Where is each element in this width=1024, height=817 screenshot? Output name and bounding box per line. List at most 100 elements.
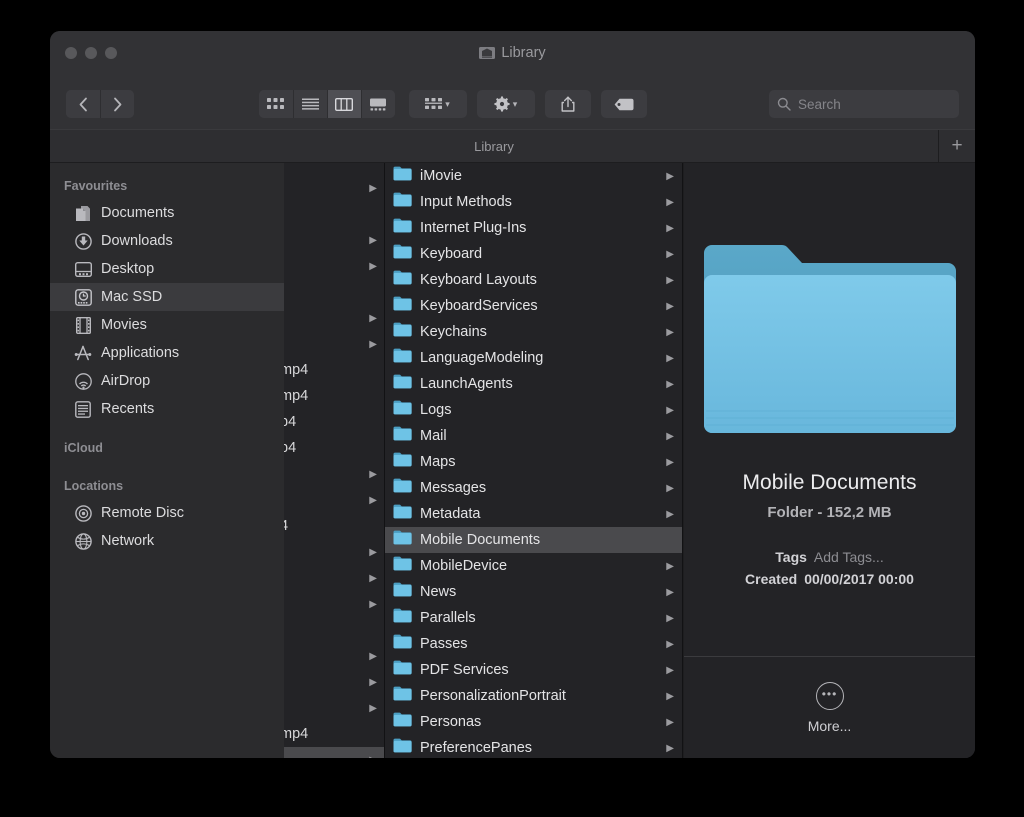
disclosure-chevron-icon[interactable]: ▶ [666,691,674,702]
file-row[interactable]: PersonalizationPortrait ▶ [385,683,682,709]
disclosure-chevron-icon[interactable]: ▶ [666,223,674,234]
disclosure-chevron-icon[interactable]: ▶ [666,405,674,416]
file-row[interactable]: MobileDevice ▶ [385,553,682,579]
file-row[interactable]: Keyboard ▶ [385,241,682,267]
previous-column-row[interactable]: ▶ [284,565,384,591]
column-view-button[interactable] [326,90,361,118]
metadata-row-tags[interactable]: Tags Add Tags... [684,549,975,565]
disclosure-chevron-icon[interactable]: ▶ [666,587,674,598]
disclosure-chevron-icon[interactable]: ▶ [666,197,674,208]
tab-library[interactable]: Library [50,130,939,162]
share-button[interactable] [544,90,591,118]
gallery-view-button[interactable] [360,90,395,118]
forward-button[interactable] [100,90,134,118]
previous-column-row[interactable]: mp4 [284,383,384,409]
list-view-button[interactable] [292,90,327,118]
previous-column-row[interactable]: p4 [284,435,384,461]
more-button[interactable]: ••• More... [684,656,975,758]
previous-column-row[interactable]: ▶ [284,305,384,331]
file-row[interactable]: Mobile Documents [385,527,682,553]
disclosure-chevron-icon[interactable]: ▶ [369,677,377,688]
file-row[interactable]: PDF Services ▶ [385,657,682,683]
file-row[interactable]: Input Methods ▶ [385,189,682,215]
file-row[interactable]: Metadata ▶ [385,501,682,527]
disclosure-chevron-icon[interactable]: ▶ [666,301,674,312]
file-row[interactable]: KeyboardServices ▶ [385,293,682,319]
previous-column-row[interactable]: ▶ [284,461,384,487]
sidebar-item-documents[interactable]: Documents [50,199,284,227]
action-button[interactable]: ▾ [476,90,535,118]
sidebar-item-recents[interactable]: Recents [50,395,284,423]
sidebar-item-desktop[interactable]: Desktop [50,255,284,283]
file-row[interactable]: Personas ▶ [385,709,682,735]
sidebar-item-downloads[interactable]: Downloads [50,227,284,255]
sidebar-item-airdrop[interactable]: AirDrop [50,367,284,395]
disclosure-chevron-icon[interactable]: ▶ [369,235,377,246]
previous-column-row[interactable]: ▶ [284,747,384,759]
sidebar-item-network[interactable]: Network [50,527,284,555]
disclosure-chevron-icon[interactable]: ▶ [666,457,674,468]
disclosure-chevron-icon[interactable]: ▶ [666,353,674,364]
previous-column-row[interactable]: p4 [284,409,384,435]
disclosure-chevron-icon[interactable]: ▶ [666,717,674,728]
file-row[interactable]: Keyboard Layouts ▶ [385,267,682,293]
disclosure-chevron-icon[interactable]: ▶ [369,573,377,584]
disclosure-chevron-icon[interactable]: ▶ [369,261,377,272]
previous-column-row[interactable]: 4 [284,513,384,539]
disclosure-chevron-icon[interactable]: ▶ [666,275,674,286]
disclosure-chevron-icon[interactable]: ▶ [369,599,377,610]
disclosure-chevron-icon[interactable]: ▶ [369,339,377,350]
icon-view-button[interactable] [258,90,293,118]
previous-column-row[interactable]: ▶ [284,669,384,695]
previous-column-row[interactable]: ▶ [284,539,384,565]
disclosure-chevron-icon[interactable]: ▶ [369,183,377,194]
back-button[interactable] [66,90,100,118]
file-row[interactable]: Keychains ▶ [385,319,682,345]
file-row[interactable]: Messages ▶ [385,475,682,501]
disclosure-chevron-icon[interactable]: ▶ [369,755,377,759]
previous-column-row[interactable]: mp4 [284,721,384,747]
previous-column-row[interactable]: ▶ [284,175,384,201]
new-tab-button[interactable]: + [939,130,975,162]
disclosure-chevron-icon[interactable]: ▶ [666,171,674,182]
tags-button[interactable] [600,90,647,118]
sidebar-item-movies[interactable]: Movies [50,311,284,339]
disclosure-chevron-icon[interactable]: ▶ [666,483,674,494]
disclosure-chevron-icon[interactable]: ▶ [369,547,377,558]
add-tags-field[interactable]: Add Tags... [814,549,884,565]
disclosure-chevron-icon[interactable]: ▶ [666,639,674,650]
disclosure-chevron-icon[interactable]: ▶ [666,561,674,572]
disclosure-chevron-icon[interactable]: ▶ [369,651,377,662]
previous-column-row[interactable]: ▶ [284,227,384,253]
disclosure-chevron-icon[interactable]: ▶ [369,495,377,506]
previous-column-row[interactable]: ▶ [284,643,384,669]
file-row[interactable]: Passes ▶ [385,631,682,657]
search-input[interactable]: Search [769,90,959,118]
disclosure-chevron-icon[interactable]: ▶ [369,313,377,324]
arrange-button[interactable]: ▾ [408,90,467,118]
disclosure-chevron-icon[interactable]: ▶ [666,249,674,260]
previous-column-row[interactable]: ▶ [284,253,384,279]
disclosure-chevron-icon[interactable]: ▶ [369,703,377,714]
previous-column-row[interactable]: mp4 [284,357,384,383]
file-row[interactable]: Parallels ▶ [385,605,682,631]
file-row[interactable]: iMovie ▶ [385,163,682,189]
disclosure-chevron-icon[interactable]: ▶ [666,379,674,390]
file-row[interactable]: Logs ▶ [385,397,682,423]
previous-column-row[interactable]: ▶ [284,487,384,513]
file-row[interactable]: News ▶ [385,579,682,605]
disclosure-chevron-icon[interactable]: ▶ [666,613,674,624]
disclosure-chevron-icon[interactable]: ▶ [666,327,674,338]
file-row[interactable]: LaunchAgents ▶ [385,371,682,397]
file-row[interactable]: PreferencePanes ▶ [385,735,682,758]
disclosure-chevron-icon[interactable]: ▶ [666,743,674,754]
disclosure-chevron-icon[interactable]: ▶ [666,431,674,442]
sidebar-item-applications[interactable]: Applications [50,339,284,367]
file-row[interactable]: Internet Plug-Ins ▶ [385,215,682,241]
file-row[interactable]: LanguageModeling ▶ [385,345,682,371]
sidebar-item-remote-disc[interactable]: Remote Disc [50,499,284,527]
previous-column-row[interactable]: ▶ [284,331,384,357]
file-row[interactable]: Mail ▶ [385,423,682,449]
disclosure-chevron-icon[interactable]: ▶ [369,469,377,480]
previous-column-row[interactable]: ▶ [284,695,384,721]
